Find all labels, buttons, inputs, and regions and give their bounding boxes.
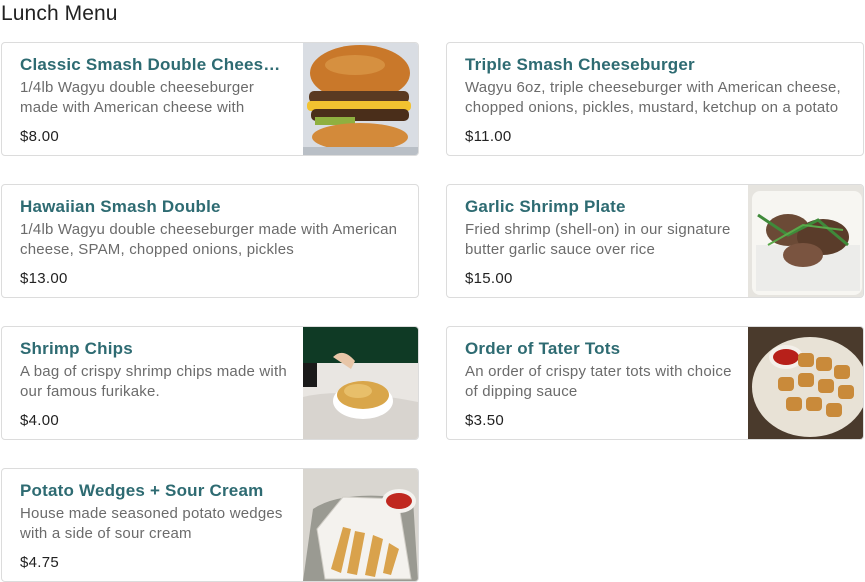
menu-item-description: A bag of crispy shrimp chips made with o… [20,363,287,400]
potato-wedges-photo [303,469,418,581]
page-title: Lunch Menu [1,2,118,25]
menu-item-card[interactable]: Shrimp Chips A bag of crispy shrimp chip… [1,326,419,440]
menu-item-description: 1/4lb Wagyu double cheeseburger made wit… [20,79,255,116]
menu-item-description: An order of crispy tater tots with choic… [465,363,732,400]
menu-item-description: House made seasoned potato wedges with a… [20,505,283,542]
menu-item-price: $8.00 [20,128,60,145]
shrimp-plate-photo [748,185,863,297]
menu-item-name: Hawaiian Smash Double [20,197,221,216]
menu-item-card[interactable]: Garlic Shrimp Plate Fried shrimp (shell-… [446,184,864,298]
burger-photo [303,43,418,155]
menu-item-description: Fried shrimp (shell-on) in our signature… [465,221,731,258]
menu-item-name: Order of Tater Tots [465,339,621,358]
menu-item-description: 1/4lb Wagyu double cheeseburger made wit… [20,221,398,258]
menu-item-price: $3.50 [465,412,505,429]
menu-item-price: $13.00 [20,270,68,287]
menu-item-card[interactable]: Potato Wedges + Sour Cream House made se… [1,468,419,582]
menu-item-card[interactable]: Hawaiian Smash Double 1/4lb Wagyu double… [1,184,419,298]
menu-item-name: Triple Smash Cheeseburger [465,55,695,74]
menu-item-price: $4.00 [20,412,60,429]
menu-item-description: Wagyu 6oz, triple cheeseburger with Amer… [465,79,841,116]
tater-tots-photo [748,327,863,439]
menu-item-card[interactable]: Triple Smash Cheeseburger Wagyu 6oz, tri… [446,42,864,156]
menu-item-name: Shrimp Chips [20,339,133,358]
menu-item-card[interactable]: Order of Tater Tots An order of crispy t… [446,326,864,440]
menu-item-name: Classic Smash Double Cheeseburger [20,55,288,74]
menu-item-price: $4.75 [20,554,60,571]
menu-item-name: Garlic Shrimp Plate [465,197,626,216]
menu-item-name: Potato Wedges + Sour Cream [20,481,264,500]
shrimp-chips-photo [303,327,418,439]
menu-item-price: $15.00 [465,270,513,287]
menu-item-card[interactable]: Classic Smash Double Cheeseburger 1/4lb … [1,42,419,156]
menu-item-price: $11.00 [465,128,512,145]
